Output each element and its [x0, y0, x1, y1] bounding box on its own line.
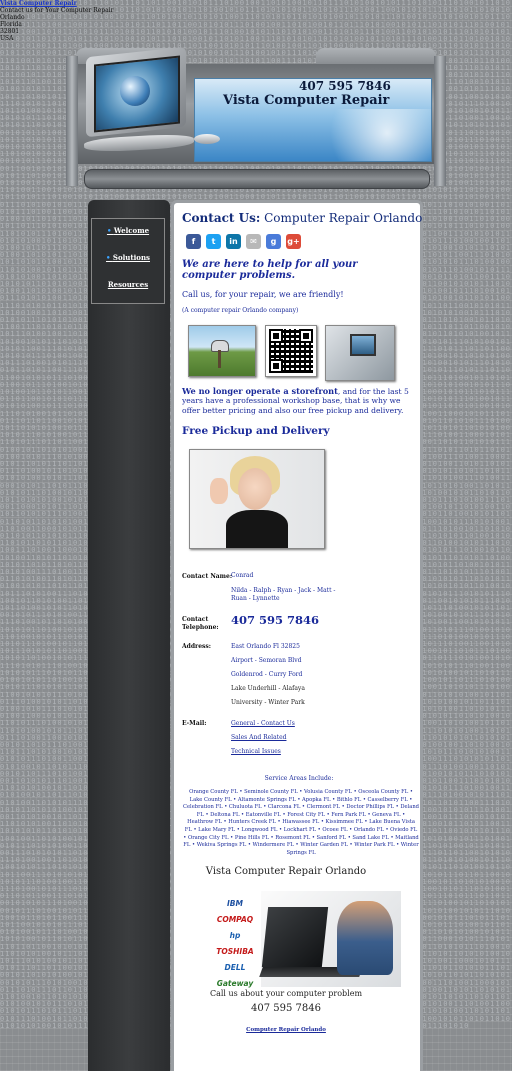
address-line: University - Winter Park: [231, 699, 305, 706]
address-line: East Orlando Fl 32825: [231, 643, 300, 650]
mailbox-photo: [188, 325, 256, 377]
email-link-technical[interactable]: Technical Issues: [231, 748, 281, 756]
company-note: (A computer repair Orlando company): [182, 307, 299, 314]
email-link-sales[interactable]: Sales And Related: [231, 734, 286, 742]
sidebar-menu: • Welcome • Solutions Resources: [91, 218, 165, 304]
agent-face: [238, 468, 272, 510]
computer-monitor-icon: [78, 46, 196, 160]
frustrated-user-photo: [259, 891, 401, 987]
city: Orlando: [0, 14, 25, 21]
service-areas-title: Service Areas Include:: [264, 775, 334, 782]
social-icons: f t in ✉ g g+: [186, 234, 301, 249]
main-content: Contact Us: Computer Repair Orlando f t in…: [171, 200, 423, 1071]
bullet-icon: •: [106, 253, 113, 262]
person-figure: [337, 901, 393, 975]
agent-body: [226, 510, 288, 548]
contact-name-label: Contact Name:: [182, 573, 233, 580]
email-label: E-Mail:: [182, 720, 207, 727]
linkedin-icon[interactable]: in: [226, 234, 241, 249]
qr-code-icon: [269, 329, 313, 373]
brand-logo-dell: DELL: [224, 963, 246, 972]
brand-logo-toshiba: TOSHIBA: [216, 947, 254, 956]
laptop-icon: [261, 907, 329, 967]
site-info: Vista Computer Repair Contact us for You…: [0, 0, 114, 42]
brand-logos: IBM COMPAQ hp TOSHIBA DELL Gateway: [213, 896, 257, 992]
call-about-text: Call us about your computer problem: [209, 989, 363, 998]
qr-code-image[interactable]: [265, 325, 317, 377]
brand-logo-ibm: IBM: [227, 899, 243, 908]
tagline: Contact us for Your Computer Repair: [0, 7, 114, 14]
keyboard-icon: [83, 133, 195, 153]
brand-logo-hp: hp: [229, 931, 241, 940]
page-title-bold: Contact Us:: [182, 211, 261, 225]
address-line: Airport - Semoran Blvd: [231, 657, 302, 664]
phone-hand-icon: [210, 478, 228, 504]
storefront-bold: We no longer operate a storefront: [182, 386, 338, 396]
sidebar-item-label: Welcome: [113, 226, 150, 235]
contact-names-list: Nilda - Ralph - Ryan - Jack - Matt - Rua…: [231, 587, 336, 602]
globe-icon: [120, 76, 150, 106]
brand-logo-compaq: COMPAQ: [216, 915, 254, 924]
footer-link[interactable]: Computer Repair Orlando: [179, 1027, 393, 1033]
banner-highlight: [315, 109, 431, 161]
service-areas-list: Orange County FL • Seminole County FL • …: [183, 789, 420, 856]
address-label: Address:: [182, 643, 211, 650]
mouse-icon: [194, 134, 220, 144]
site-header: 407 595 7846 Vista Computer Repair: [66, 46, 446, 189]
sidebar-item-resources[interactable]: Resources: [92, 278, 164, 300]
facebook-icon[interactable]: f: [186, 234, 201, 249]
header-banner: 407 595 7846 Vista Computer Repair: [194, 78, 432, 162]
promo-title: Vista Computer Repair Orlando: [205, 866, 367, 877]
sidebar-item-label: Solutions: [112, 253, 150, 262]
header-nav-bar: [84, 169, 430, 189]
bottom-phone: 407 595 7846: [251, 1003, 321, 1014]
page-title-rest: Computer Repair Orlando: [260, 211, 423, 225]
sidebar: • Welcome • Solutions Resources: [88, 200, 170, 1071]
computer-screen-icon: [350, 334, 376, 356]
qr-finder-icon: [269, 359, 283, 373]
free-pickup-heading: Free Pickup and Delivery: [182, 425, 330, 437]
sidebar-item-solutions[interactable]: • Solutions: [92, 251, 164, 273]
address-line: Goldenrod - Curry Ford: [231, 671, 303, 678]
bullet-icon: •: [106, 226, 114, 235]
contact-name-value: Conrad: [231, 572, 254, 579]
contact-telephone-value: 407 595 7846: [231, 613, 320, 627]
support-agent-photo: [189, 449, 325, 549]
header-title: Vista Computer Repair: [223, 93, 390, 108]
country: USA: [0, 35, 14, 42]
email-icon[interactable]: ✉: [246, 234, 261, 249]
address-line: Lake Underhill - Alafaya: [231, 685, 305, 692]
state: Florida: [0, 21, 22, 28]
help-text: We are here to help for all your compute…: [182, 259, 358, 281]
qr-finder-icon: [269, 329, 283, 343]
contact-telephone-label: Contact Telephone:: [182, 616, 219, 631]
header-phone: 407 595 7846: [299, 79, 391, 93]
site-home-link[interactable]: Vista Computer Repair: [0, 0, 77, 7]
storefront-text: We no longer operate a storefront, and f…: [182, 386, 418, 415]
google-icon[interactable]: g: [266, 234, 281, 249]
sidebar-item-welcome[interactable]: • Welcome: [92, 224, 164, 246]
header-pillar-right: [434, 56, 446, 186]
twitter-icon[interactable]: t: [206, 234, 221, 249]
sidebar-item-label: Resources: [107, 280, 149, 289]
header-pillar-left: [66, 56, 78, 186]
qr-finder-icon: [299, 329, 313, 343]
computer-photo: [325, 325, 395, 381]
mailbox-post: [218, 350, 221, 368]
zip: 32801: [0, 28, 20, 35]
call-us-text: Call us, for your repair, we are friendl…: [182, 290, 344, 299]
page-title: Contact Us: Computer Repair Orlando: [182, 211, 422, 225]
google-plus-icon[interactable]: g+: [286, 234, 301, 249]
email-link-general[interactable]: General - Contact Us: [231, 720, 295, 728]
